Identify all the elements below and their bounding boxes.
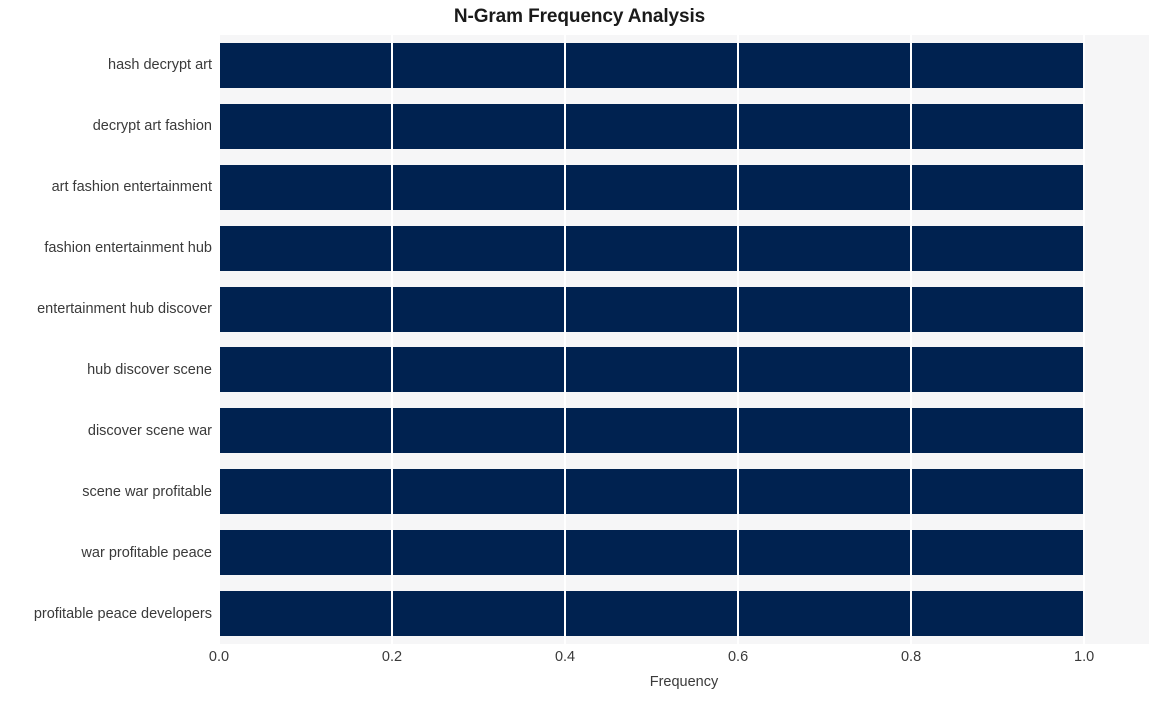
x-tick-label: 0.0 xyxy=(208,649,230,665)
y-tick-label: discover scene war xyxy=(87,422,212,439)
gridline-x-0 xyxy=(219,35,220,644)
gridline-x-1 xyxy=(391,35,394,644)
bars-layer xyxy=(219,35,1149,644)
gridline-x-5 xyxy=(1083,35,1086,644)
bar[interactable] xyxy=(219,103,1085,149)
y-tick-label: war profitable peace xyxy=(81,544,212,561)
gridline-x-4 xyxy=(910,35,913,644)
chart-title: N-Gram Frequency Analysis xyxy=(453,6,706,27)
bar[interactable] xyxy=(219,225,1085,271)
bar[interactable] xyxy=(219,286,1085,332)
gridline-x-2 xyxy=(564,35,567,644)
bar[interactable] xyxy=(219,469,1085,515)
x-tick-label: 0.8 xyxy=(900,649,922,665)
bar[interactable] xyxy=(219,530,1085,576)
bar[interactable] xyxy=(219,591,1085,637)
y-tick-label: scene war profitable xyxy=(82,483,212,500)
y-tick-label: hub discover scene xyxy=(87,361,212,378)
y-axis-tick-labels: hash decrypt art decrypt art fashion art f… xyxy=(0,35,212,644)
y-tick-label: fashion entertainment hub xyxy=(44,240,212,257)
bar[interactable] xyxy=(219,408,1085,454)
bar[interactable] xyxy=(219,347,1085,393)
x-tick-label: 0.2 xyxy=(381,649,403,665)
x-axis-label: Frequency xyxy=(649,674,719,690)
bar[interactable] xyxy=(219,164,1085,210)
x-tick-label: 0.4 xyxy=(554,649,576,665)
bar[interactable] xyxy=(219,42,1085,88)
y-tick-label: decrypt art fashion xyxy=(92,118,212,135)
gridline-x-3 xyxy=(737,35,740,644)
chart-figure: N-Gram Frequency Analysis hash decrypt a… xyxy=(0,0,1159,701)
y-tick-label: hash decrypt art xyxy=(108,57,212,74)
y-tick-label: entertainment hub discover xyxy=(37,301,212,318)
y-tick-label: profitable peace developers xyxy=(33,605,212,622)
x-axis-tick-labels: 0.0 0.2 0.4 0.6 0.8 1.0 xyxy=(209,649,1149,671)
plot-area xyxy=(219,35,1149,644)
y-tick-label: art fashion entertainment xyxy=(51,179,212,196)
x-tick-label: 0.6 xyxy=(727,649,749,665)
x-tick-label: 1.0 xyxy=(1074,649,1095,665)
